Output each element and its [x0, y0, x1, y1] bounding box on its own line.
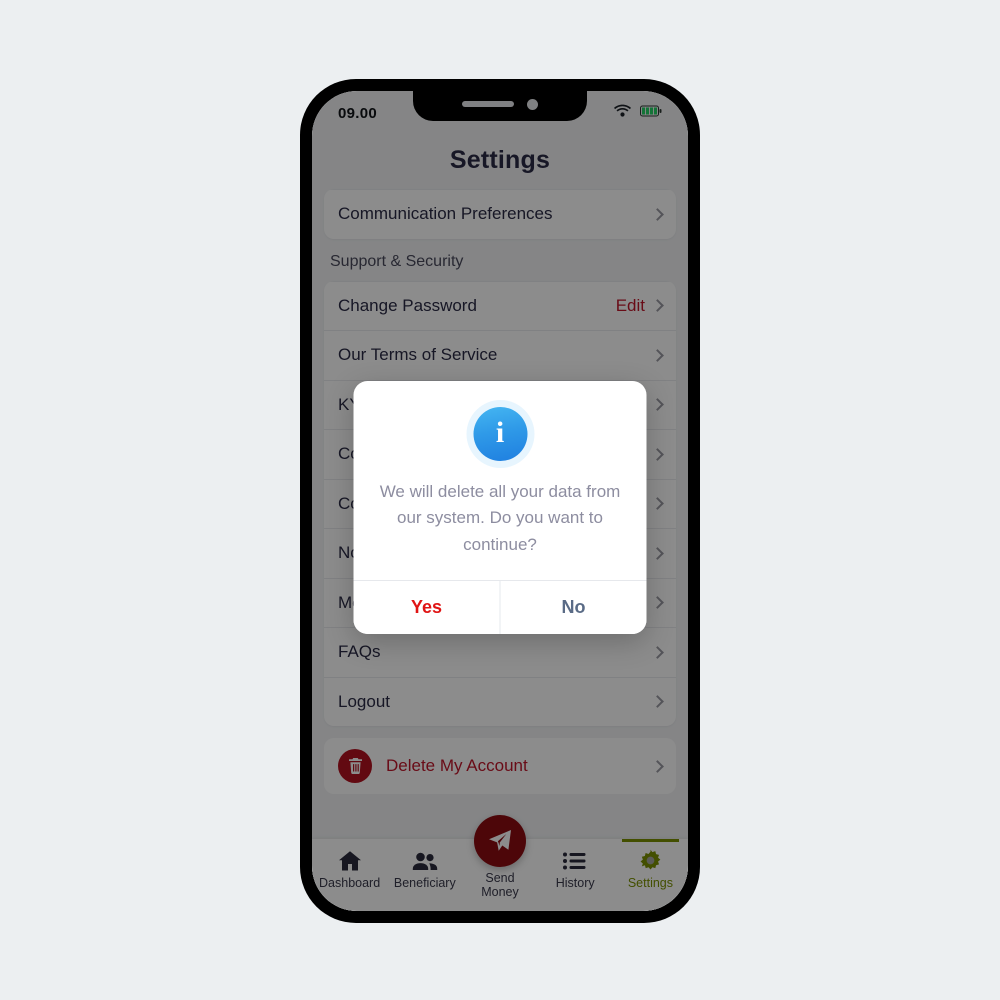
bottom-navigation: Dashboard Beneficiary Send Money History… — [312, 815, 688, 911]
info-icon-circle: i — [473, 407, 527, 461]
nav-label: Settings — [627, 876, 673, 890]
send-money-line-1: Send — [485, 871, 515, 885]
home-icon — [338, 849, 362, 872]
settings-row-faqs[interactable]: FAQs — [324, 627, 676, 677]
chevron-right-icon — [651, 759, 664, 773]
people-icon — [412, 849, 438, 872]
delete-account-label: Delete My Account — [386, 756, 528, 775]
preferences-card: Communication Preferences — [324, 189, 676, 239]
row-label: Logout — [338, 691, 390, 711]
chevron-right-icon — [651, 546, 664, 560]
phone-frame: 09.00 Settings Communication Preferences… — [300, 79, 700, 923]
send-paper-plane-icon[interactable] — [474, 815, 526, 867]
phone-screen: 09.00 Settings Communication Preferences… — [312, 91, 688, 911]
nav-label: Beneficiary — [393, 876, 456, 890]
dialog-no-button[interactable]: No — [499, 581, 647, 635]
chevron-right-icon — [651, 348, 664, 362]
dialog-message: We will delete all your data from our sy… — [379, 482, 621, 554]
trash-icon — [338, 749, 372, 783]
chevron-right-icon — [651, 695, 664, 709]
send-money-line-2: Money — [481, 885, 519, 900]
chevron-right-icon — [651, 398, 664, 412]
settings-row-communication-preferences[interactable]: Communication Preferences — [324, 189, 676, 239]
chevron-right-icon — [651, 497, 664, 511]
status-indicators — [614, 104, 662, 122]
nav-item-settings[interactable]: Settings — [613, 839, 688, 890]
earpiece-speaker — [462, 101, 514, 107]
nav-item-beneficiary[interactable]: Beneficiary — [387, 839, 462, 890]
list-icon — [563, 849, 587, 872]
info-circle-icon: i — [466, 400, 534, 468]
nav-label: Dashboard — [319, 876, 381, 890]
row-label: Communication Preferences — [338, 204, 553, 224]
front-camera — [527, 98, 538, 110]
chevron-right-icon — [651, 645, 664, 659]
nav-label-send-money: Send Money — [481, 871, 519, 900]
row-label: Our Terms of Service — [338, 345, 498, 365]
dialog-actions: Yes No — [353, 580, 647, 635]
nav-item-dashboard[interactable]: Dashboard — [312, 839, 387, 890]
nav-item-history[interactable]: History — [538, 839, 613, 890]
chevron-right-icon — [651, 596, 664, 610]
chevron-right-icon — [651, 207, 664, 221]
row-label: FAQs — [338, 642, 381, 662]
page-title: Settings — [449, 145, 551, 174]
dialog-yes-button[interactable]: Yes — [353, 581, 500, 635]
row-label: Change Password — [338, 295, 477, 315]
info-icon-glyph: i — [495, 416, 505, 449]
chevron-right-icon — [651, 299, 664, 313]
status-time: 09.00 — [338, 104, 378, 122]
delete-account-confirmation-dialog: i We will delete all your data from our … — [353, 381, 647, 635]
settings-row-change-password[interactable]: Change Password Edit — [324, 280, 676, 331]
active-tab-indicator — [621, 839, 679, 842]
settings-row-logout[interactable]: Logout — [324, 676, 676, 727]
app-header: Settings — [312, 135, 688, 185]
nav-label: History — [555, 876, 595, 890]
battery-full-icon — [640, 104, 662, 122]
nav-item-send-money[interactable]: Send Money — [462, 815, 537, 900]
phone-notch — [413, 91, 587, 121]
edit-button[interactable]: Edit — [616, 296, 645, 316]
wifi-icon — [614, 104, 631, 122]
section-header-support-security: Support & Security — [330, 252, 464, 270]
settings-row-terms-of-service[interactable]: Our Terms of Service — [324, 330, 676, 380]
gear-icon — [639, 849, 662, 872]
chevron-right-icon — [651, 447, 664, 461]
delete-my-account-row[interactable]: Delete My Account — [324, 738, 676, 794]
dialog-body: i We will delete all your data from our … — [354, 381, 647, 580]
